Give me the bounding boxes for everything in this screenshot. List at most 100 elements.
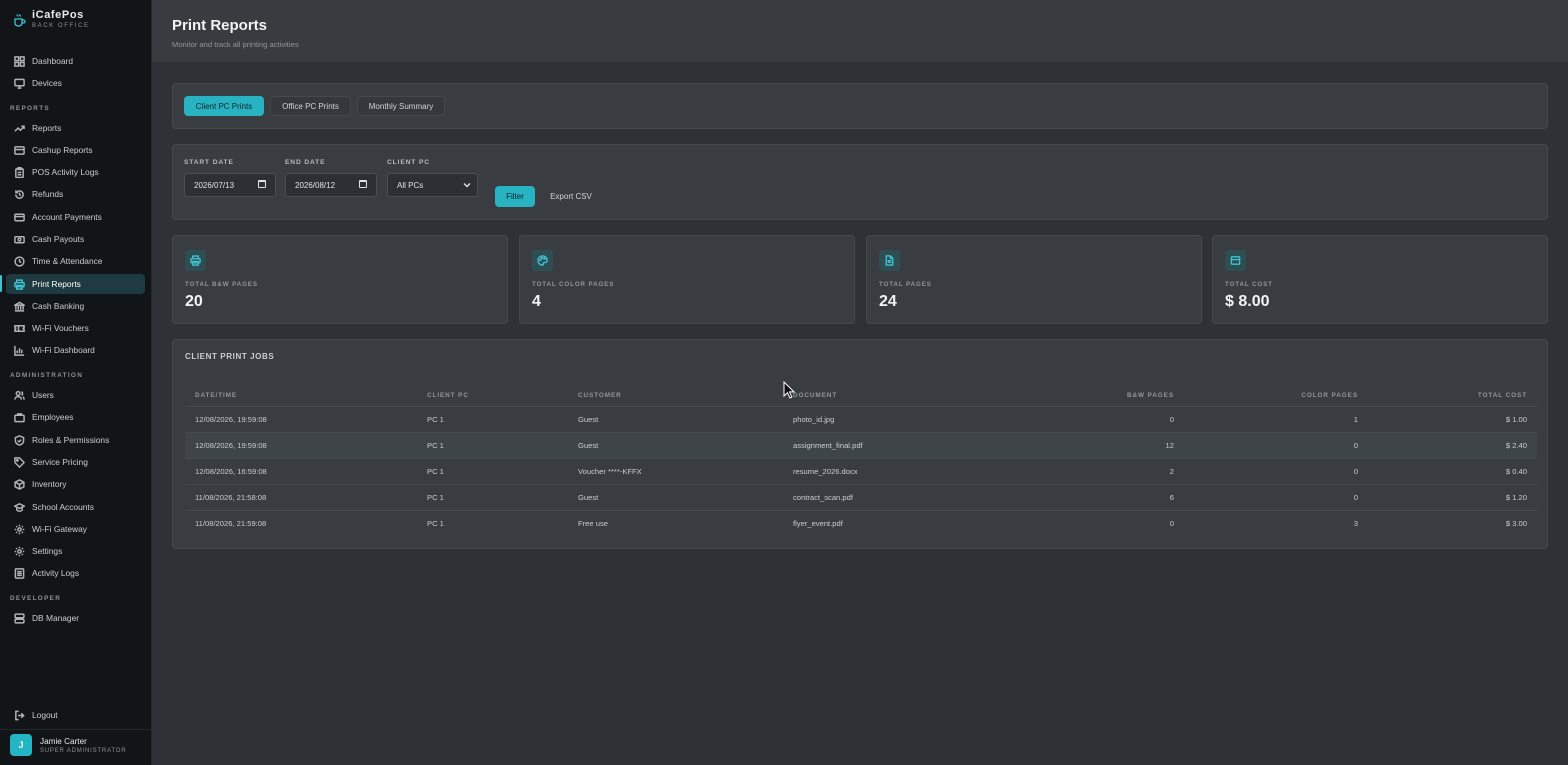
sidebar-item-wifi-dashboard[interactable]: Wi-Fi Dashboard [6,340,145,360]
sidebar-item-label: Inventory [32,479,67,489]
client-pc-select[interactable]: All PCs [387,173,478,197]
print-jobs-card: CLIENT PRINT JOBS DATE/TIME CLIENT PC CU… [172,339,1548,549]
sidebar-item-inventory[interactable]: Inventory [6,474,145,494]
cell-bw-pages: 0 [1169,415,1174,424]
stat-label: TOTAL B&W PAGES [185,281,258,288]
calendar-icon[interactable] [359,180,367,188]
stat-label: TOTAL COST [1225,281,1273,288]
bank-icon [14,301,25,312]
sidebar-item-label: Print Reports [32,279,81,289]
cell-customer: Free use [578,519,608,528]
export-csv-button[interactable]: Export CSV [541,186,601,207]
sidebar-item-cashup-reports[interactable]: Cashup Reports [6,140,145,160]
column-header-datetime[interactable]: DATE/TIME [195,392,237,399]
dashboard-icon [14,55,25,67]
tab-monthly-summary[interactable]: Monthly Summary [357,96,445,116]
user-profile[interactable]: J Jamie Carter SUPER ADMINISTRATOR [10,734,126,756]
avatar: J [10,734,32,756]
app-subtitle: BACK OFFICE [32,23,90,29]
sidebar-item-devices[interactable]: Devices [6,73,145,93]
sidebar-item-time-attendance[interactable]: Time & Attendance [6,251,145,271]
column-header-document[interactable]: DOCUMENT [793,392,837,399]
printer-icon [190,255,201,266]
tab-client-pc-prints[interactable]: Client PC Prints [184,96,264,116]
sidebar-item-label: POS Activity Logs [32,167,99,177]
sidebar-item-print-reports[interactable]: Print Reports [6,274,145,294]
sidebar-item-label: Account Payments [32,212,102,222]
sidebar-item-dashboard[interactable]: Dashboard [6,51,145,71]
gear-icon [14,546,25,556]
stat-icon-box [532,250,553,271]
calendar-icon[interactable] [258,180,266,188]
page-subtitle: Monitor and track all printing activitie… [172,40,299,49]
sidebar-item-pos-activity-logs[interactable]: POS Activity Logs [6,162,145,182]
table-row[interactable]: 12/08/2026, 19:59:08 PC 1 Guest assignme… [185,432,1537,458]
sidebar-item-roles-permissions[interactable]: Roles & Permissions [6,430,145,450]
client-pc-label: CLIENT PC [387,159,430,166]
cell-document: assignment_final.pdf [793,441,863,450]
sidebar-item-label: Employees [32,412,74,422]
cell-color-pages: 0 [1353,493,1358,502]
sidebar-item-refunds[interactable]: Refunds [6,184,145,204]
sidebar-item-account-payments[interactable]: Account Payments [6,207,145,227]
sidebar-item-label: Settings [32,546,63,556]
sidebar-item-employees[interactable]: Employees [6,407,145,427]
tag-icon [14,456,25,468]
sidebar-item-wifi-vouchers[interactable]: Wi-Fi Vouchers [6,318,145,338]
sidebar-item-settings[interactable]: Settings [6,541,145,561]
box-icon [14,478,25,490]
brand[interactable]: iCafePos BACK OFFICE [12,10,90,29]
sidebar-item-service-pricing[interactable]: Service Pricing [6,452,145,472]
column-header-bw-pages[interactable]: B&W PAGES [1074,392,1174,399]
sidebar-item-wifi-gateway[interactable]: Wi-Fi Gateway [6,519,145,539]
column-header-color-pages[interactable]: COLOR PAGES [1258,392,1358,399]
sidebar-item-db-manager[interactable]: DB Manager [6,608,145,628]
table-row[interactable]: 12/08/2026, 16:59:08 PC 1 Voucher ****-K… [185,458,1537,484]
end-date-input[interactable]: 2026/08/12 [285,173,377,197]
cell-customer: Guest [578,493,599,502]
sidebar-item-cash-banking[interactable]: Cash Banking [6,296,145,316]
tab-office-pc-prints[interactable]: Office PC Prints [270,96,351,116]
ticket-icon [14,324,25,332]
table-row[interactable]: 11/08/2026, 21:58:08 PC 1 Guest contract… [185,484,1537,510]
logout-button[interactable]: Logout [6,705,145,725]
cell-color-pages: 1 [1353,415,1358,424]
table-row[interactable]: 11/08/2026, 21:59:08 PC 1 Free use flyer… [185,510,1537,536]
stat-label: TOTAL PAGES [879,281,932,288]
sidebar-item-cash-payouts[interactable]: Cash Payouts [6,229,145,249]
filter-button[interactable]: Filter [495,186,535,207]
cell-client-pc: PC 1 [427,441,444,450]
section-label-developer: DEVELOPER [10,595,62,602]
column-header-customer[interactable]: CUSTOMER [578,392,622,399]
bar-chart-icon [14,345,25,356]
users-icon [14,390,25,400]
sidebar-item-label: Wi-Fi Vouchers [32,323,89,333]
table-row[interactable]: 12/08/2026, 19:59:08 PC 1 Guest photo_id… [185,406,1537,432]
clipboard-icon [15,166,24,178]
refund-icon [15,189,24,199]
mouse-cursor-icon [783,381,795,399]
start-date-input[interactable]: 2026/07/13 [184,173,276,197]
printer-icon [14,278,25,290]
column-header-total-cost[interactable]: TOTAL COST [1427,392,1527,399]
sidebar-item-label: Cash Payouts [32,234,85,244]
cell-datetime: 11/08/2026, 21:59:08 [195,519,267,528]
cell-document: resume_2026.docx [793,467,858,476]
cell-total-cost: $ 0.40 [1505,467,1527,476]
column-header-client-pc[interactable]: CLIENT PC [427,392,469,399]
user-role: SUPER ADMINISTRATOR [40,747,127,754]
sidebar-item-users[interactable]: Users [6,385,145,405]
list-icon [14,567,25,579]
cell-client-pc: PC 1 [427,519,444,528]
chevron-down-icon [463,183,471,188]
page-title: Print Reports [172,17,268,34]
file-icon [885,255,894,266]
cell-datetime: 12/08/2026, 19:59:08 [195,415,267,424]
sidebar-item-reports[interactable]: Reports [6,118,145,138]
wallet-icon [14,145,25,155]
sidebar-divider [0,729,152,730]
sidebar-item-school-accounts[interactable]: School Accounts [6,497,145,517]
sidebar-item-activity-logs[interactable]: Activity Logs [6,563,145,583]
sidebar-item-label: Roles & Permissions [32,435,110,445]
sidebar-item-label: Wi-Fi Gateway [32,524,87,534]
